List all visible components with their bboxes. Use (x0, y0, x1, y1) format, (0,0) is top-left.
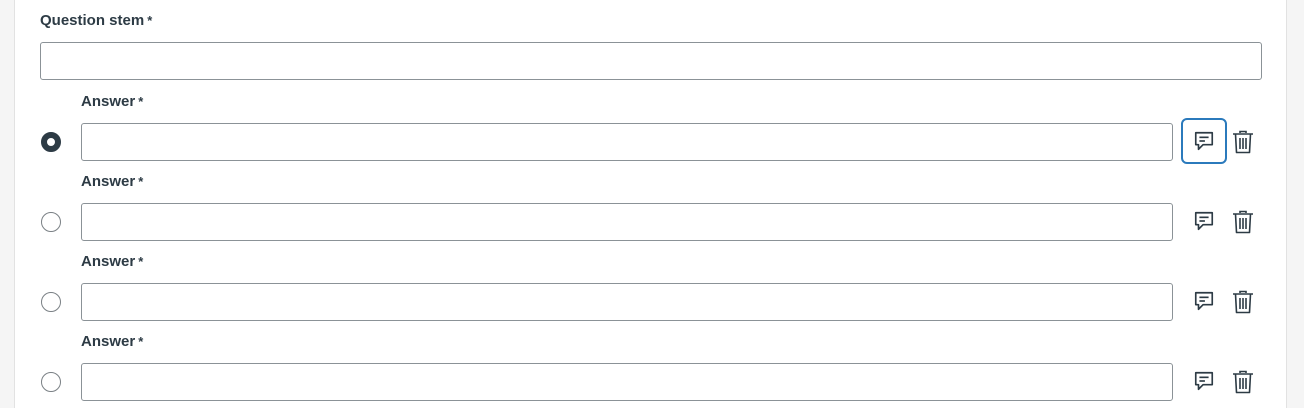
delete-answer-button-2[interactable] (1229, 207, 1257, 237)
answer-input-4[interactable] (81, 363, 1173, 401)
answer-label: Answer * (81, 93, 143, 110)
comment-icon (1194, 371, 1214, 391)
required-marker: * (138, 174, 144, 189)
answer-label: Answer * (81, 173, 143, 190)
required-marker: * (138, 334, 144, 349)
answer-label-text: Answer (81, 253, 136, 270)
trash-icon (1233, 210, 1253, 234)
trash-icon (1233, 130, 1253, 154)
delete-answer-button-3[interactable] (1229, 287, 1257, 317)
trash-icon (1233, 370, 1253, 394)
correct-answer-radio-4[interactable] (41, 372, 61, 392)
comment-icon (1194, 291, 1214, 311)
answer-input-2[interactable] (81, 203, 1173, 241)
comment-icon (1194, 211, 1214, 231)
answer-label-text: Answer (81, 93, 136, 110)
required-marker: * (138, 254, 144, 269)
delete-answer-button-1[interactable] (1229, 127, 1257, 157)
question-stem-label: Question stem * (40, 12, 152, 29)
feedback-button-3[interactable] (1181, 278, 1227, 324)
question-editor-panel: Question stem * Answer * Answer * Answer… (14, 0, 1287, 408)
answer-label-text: Answer (81, 333, 136, 350)
required-marker: * (138, 94, 144, 109)
answer-input-1[interactable] (81, 123, 1173, 161)
correct-answer-radio-2[interactable] (41, 212, 61, 232)
required-marker: * (147, 13, 153, 28)
answer-input-3[interactable] (81, 283, 1173, 321)
correct-answer-radio-1[interactable] (41, 132, 61, 152)
answer-label: Answer * (81, 333, 143, 350)
trash-icon (1233, 290, 1253, 314)
delete-answer-button-4[interactable] (1229, 367, 1257, 397)
feedback-button-1[interactable] (1181, 118, 1227, 164)
answer-label: Answer * (81, 253, 143, 270)
feedback-button-2[interactable] (1181, 198, 1227, 244)
feedback-button-4[interactable] (1181, 358, 1227, 404)
question-stem-label-text: Question stem (40, 12, 145, 29)
comment-icon (1194, 131, 1214, 151)
correct-answer-radio-3[interactable] (41, 292, 61, 312)
answer-label-text: Answer (81, 173, 136, 190)
question-stem-input[interactable] (40, 42, 1262, 80)
